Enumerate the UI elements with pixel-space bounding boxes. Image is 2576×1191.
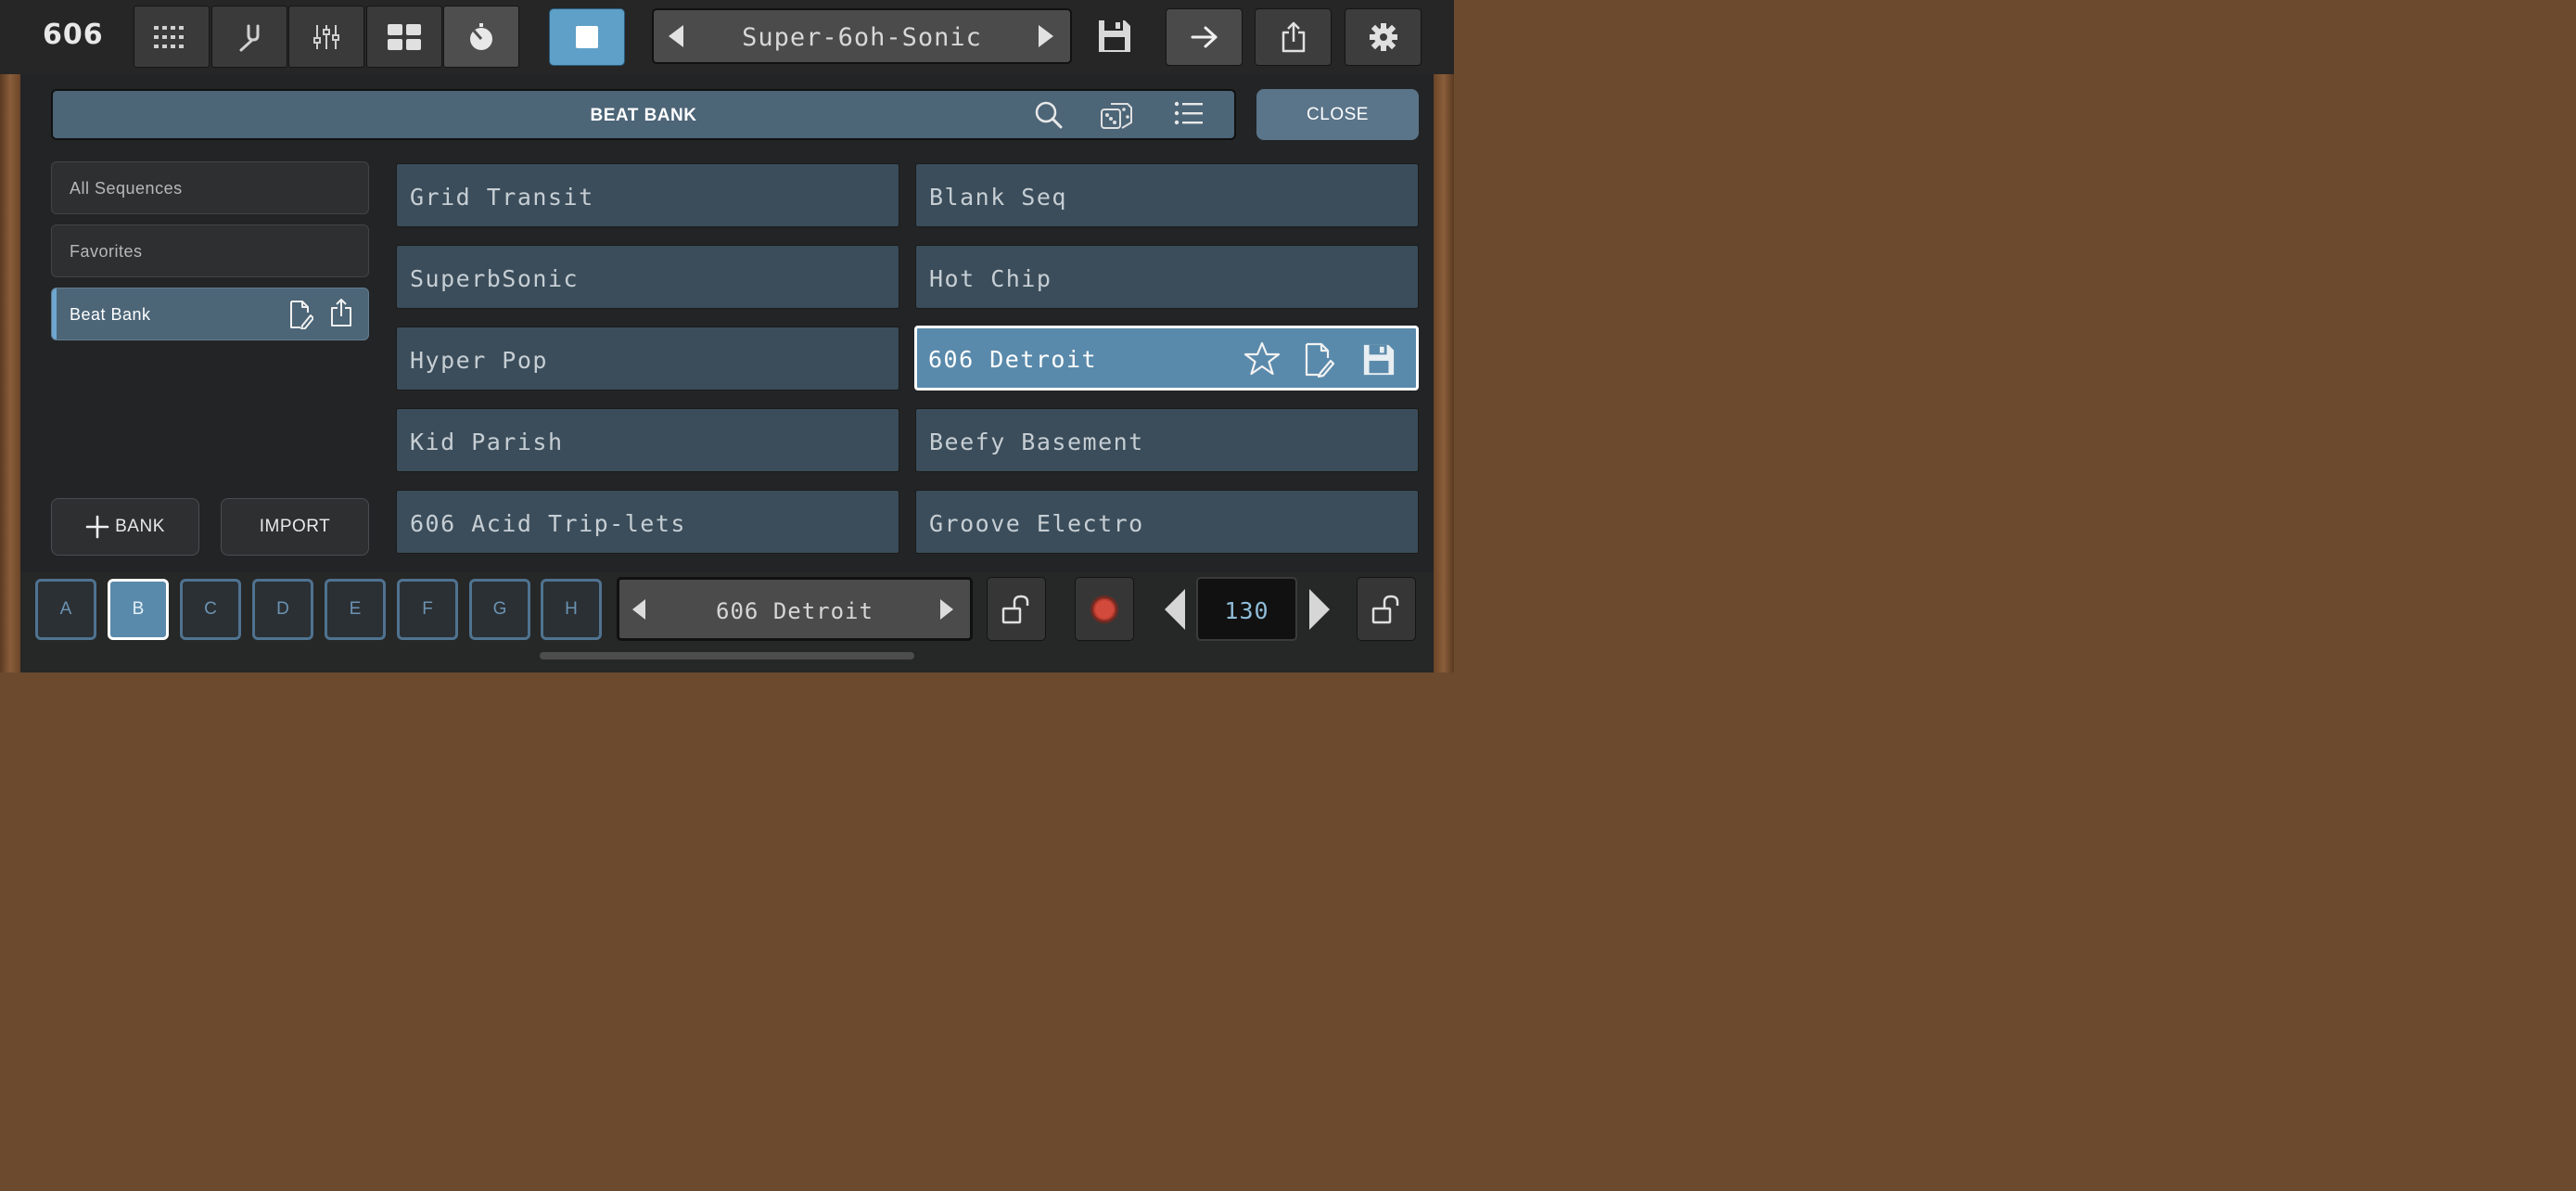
sequence-cell[interactable]: Grid Transit [396, 163, 899, 227]
share-icon [331, 299, 351, 327]
sequencer-view-button[interactable] [134, 6, 210, 68]
sidebar-item-label: Favorites [70, 242, 143, 261]
plus-icon [85, 515, 109, 539]
pattern-selector[interactable]: 606 Detroit [617, 577, 973, 641]
add-bank-button[interactable]: BANK [51, 498, 199, 556]
rename-sequence-button[interactable] [1305, 342, 1334, 378]
save-preset-button[interactable] [1097, 19, 1132, 54]
pattern-button-g[interactable]: G [469, 579, 530, 640]
sequence-cell[interactable]: 606 Acid Trip-lets [396, 490, 899, 554]
app-logo: 606 [43, 19, 104, 51]
sidebar-item-label: All Sequences [70, 179, 183, 198]
sidebar-item-favorites[interactable]: Favorites [51, 224, 369, 277]
top-toolbar: 606 Super-6oh-Sonic [0, 0, 1454, 74]
sequence-name: Hot Chip [929, 265, 1052, 292]
step-grid-icon [154, 25, 184, 48]
preset-next-icon[interactable] [1039, 25, 1053, 47]
record-icon [1090, 595, 1118, 623]
save-sequence-button[interactable] [1362, 343, 1396, 377]
sequence-cell[interactable]: Hot Chip [915, 245, 1419, 309]
mixer-button[interactable] [288, 6, 364, 68]
record-button[interactable] [1075, 577, 1134, 641]
home-indicator [540, 652, 914, 660]
pattern-prev-icon[interactable] [632, 599, 645, 620]
sequence-name: 606 Acid Trip-lets [410, 510, 686, 537]
pattern-button-a[interactable]: A [35, 579, 96, 640]
edit-document-icon [1305, 342, 1334, 378]
preset-name: Super-6oh-Sonic [742, 23, 982, 52]
sequence-cell[interactable]: SuperbSonic [396, 245, 899, 309]
tuning-fork-icon [239, 24, 260, 51]
sequence-name: Groove Electro [929, 510, 1144, 537]
sidebar-item-all-sequences[interactable]: All Sequences [51, 161, 369, 214]
pattern-button-b[interactable]: B [108, 579, 169, 640]
tempo-display[interactable]: 130 [1196, 577, 1297, 641]
favorite-button[interactable] [1243, 341, 1281, 377]
unlock-icon [1371, 595, 1399, 623]
wood-frame-right [1434, 0, 1454, 672]
pattern-lock-button[interactable] [987, 577, 1046, 641]
layout-button[interactable] [366, 6, 442, 68]
tempo-increase-icon[interactable] [1309, 589, 1330, 630]
search-icon [1035, 101, 1063, 129]
list-view-button[interactable] [1174, 100, 1204, 126]
sequence-name: 606 Detroit [928, 346, 1098, 373]
tempo-decrease-icon[interactable] [1165, 589, 1185, 630]
pattern-next-icon[interactable] [940, 599, 953, 620]
knob-view-button[interactable] [443, 6, 519, 68]
pattern-button-c[interactable]: C [180, 579, 241, 640]
preset-prev-icon[interactable] [669, 25, 683, 47]
tuning-button[interactable] [211, 6, 287, 68]
mixer-sliders-icon [313, 24, 339, 49]
sequence-cell[interactable]: Hyper Pop [396, 327, 899, 391]
rename-bank-button[interactable] [289, 300, 313, 329]
dice-icon [1101, 103, 1132, 129]
pattern-name: 606 Detroit [716, 598, 874, 624]
sequence-name: Hyper Pop [410, 347, 548, 374]
tempo-value: 130 [1224, 597, 1269, 624]
import-button[interactable]: IMPORT [221, 498, 369, 556]
sequence-cell[interactable]: Blank Seq [915, 163, 1419, 227]
pattern-button-d[interactable]: D [252, 579, 313, 640]
tempo-lock-button[interactable] [1357, 577, 1416, 641]
sequence-name: Kid Parish [410, 429, 564, 455]
unlock-icon [1001, 595, 1029, 623]
search-button[interactable] [1034, 100, 1064, 130]
pattern-button-e[interactable]: E [325, 579, 386, 640]
random-button[interactable] [1100, 100, 1133, 132]
save-disk-icon [1363, 344, 1395, 376]
save-disk-icon [1099, 20, 1130, 52]
next-arrow-button[interactable] [1166, 8, 1243, 66]
preset-selector[interactable]: Super-6oh-Sonic [652, 8, 1072, 64]
sidebar-item-label: Beat Bank [70, 305, 151, 324]
sequence-name: Beefy Basement [929, 429, 1144, 455]
settings-button[interactable] [1345, 8, 1422, 66]
edit-document-icon [290, 301, 313, 329]
arrow-right-icon [1191, 26, 1217, 48]
sequence-cell[interactable]: Groove Electro [915, 490, 1419, 554]
knob-icon [470, 22, 492, 50]
beat-bank-header: BEAT BANK [51, 89, 1236, 140]
star-icon [1243, 341, 1281, 376]
pattern-button-h[interactable]: H [541, 579, 602, 640]
gear-icon [1369, 23, 1397, 51]
share-icon [1282, 21, 1305, 53]
sequence-name: SuperbSonic [410, 265, 580, 292]
pattern-button-f[interactable]: F [397, 579, 458, 640]
share-bank-button[interactable] [330, 298, 352, 327]
wood-frame-left [0, 0, 20, 672]
close-button[interactable]: CLOSE [1256, 89, 1419, 140]
sequence-name: Grid Transit [410, 184, 594, 211]
share-button[interactable] [1255, 8, 1332, 66]
sequence-cell-selected[interactable]: 606 Detroit [914, 326, 1419, 391]
sequence-name: Blank Seq [929, 184, 1067, 211]
sequence-cell[interactable]: Kid Parish [396, 408, 899, 472]
list-icon [1174, 101, 1203, 125]
layout-grid-icon [388, 23, 421, 50]
stop-icon [576, 26, 598, 48]
sequence-cell[interactable]: Beefy Basement [915, 408, 1419, 472]
add-bank-label: BANK [115, 517, 165, 536]
sidebar-item-beat-bank[interactable]: Beat Bank [51, 288, 369, 340]
stop-button[interactable] [549, 8, 625, 66]
